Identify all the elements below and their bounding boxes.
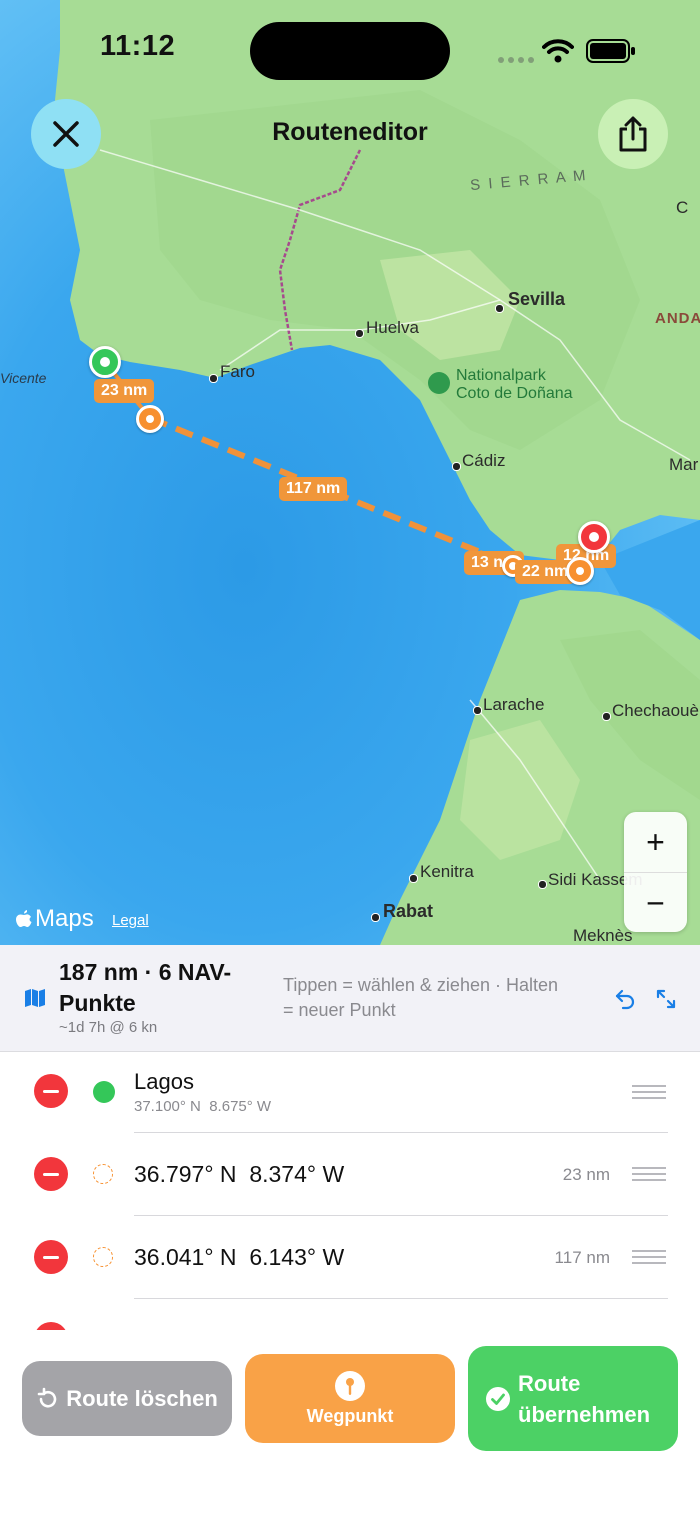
start-point-icon	[93, 1081, 115, 1103]
waypoint-name: 36.797° N 8.374° W	[134, 1161, 345, 1187]
leg-distance: 117 nm	[554, 1248, 610, 1267]
list-item[interactable]: Lagos 37.100° N 8.675° W	[0, 1051, 700, 1133]
route-summary-title-line: 187 nm · 6 NAV-	[59, 959, 232, 985]
share-button[interactable]	[598, 99, 668, 169]
undo-button[interactable]	[613, 987, 637, 1016]
share-icon	[619, 116, 647, 152]
route-summary-title: 187 nm · 6 NAV- Punkte	[59, 957, 231, 1019]
route-summary-title-line: Punkte	[59, 990, 136, 1016]
zoom-in-button[interactable]: +	[624, 812, 687, 873]
waypoint-name: 36.041° N 6.143° W	[134, 1244, 345, 1270]
battery-icon	[586, 39, 636, 68]
map-label: Huelva	[366, 318, 419, 337]
city-dot	[409, 874, 418, 883]
dynamic-island	[250, 22, 450, 80]
leg-distance: 23 nm	[562, 1165, 610, 1184]
pin-icon	[335, 1371, 365, 1401]
map-label: Cádiz	[462, 451, 506, 470]
reset-icon	[37, 1387, 57, 1407]
legal-link[interactable]: Legal	[112, 912, 149, 929]
list-item[interactable]: 36.797° N 8.374° W 23 nm	[0, 1133, 700, 1216]
route-hint-line: Tippen = wählen & ziehen · Halten	[283, 975, 559, 995]
waypoint-marker[interactable]	[136, 405, 164, 433]
park-icon	[428, 372, 450, 394]
route-hint: Tippen = wählen & ziehen · Halten = neue…	[283, 973, 558, 1023]
leg-distance-label: 23 nm	[94, 379, 155, 403]
add-waypoint-button[interactable]: Wegpunkt	[245, 1354, 455, 1443]
map-label: Larache	[483, 695, 545, 714]
divider	[134, 1298, 668, 1299]
end-waypoint-marker[interactable]	[578, 521, 610, 553]
city-dot	[371, 913, 380, 922]
checkmark-icon	[486, 1386, 510, 1411]
list-item[interactable]: 36.041° N 6.143° W 117 nm	[0, 1216, 700, 1299]
map-label: Nationalpark Coto de Doñana	[456, 367, 573, 402]
map-icon	[24, 988, 46, 1013]
zoom-out-button[interactable]: −	[624, 873, 687, 933]
zoom-control: + −	[624, 812, 687, 932]
expand-icon	[656, 989, 676, 1009]
waypoint-marker[interactable]	[566, 557, 594, 585]
apply-route-label-line: Route	[518, 1370, 581, 1396]
page-title: Routeneditor	[272, 118, 428, 146]
map-label: Rabat	[383, 901, 434, 921]
apply-route-label: Route übernehmen	[518, 1368, 650, 1430]
city-dot	[209, 374, 218, 383]
apply-route-label-line: übernehmen	[518, 1401, 651, 1427]
delete-waypoint-button[interactable]	[34, 1240, 68, 1274]
add-waypoint-label: Wegpunkt	[306, 1406, 394, 1426]
maps-brand-label: Maps	[35, 905, 94, 932]
maps-brand: Maps	[15, 905, 94, 933]
delete-waypoint-button[interactable]	[34, 1074, 68, 1108]
delete-waypoint-button[interactable]	[34, 1157, 68, 1191]
reorder-handle-icon[interactable]	[632, 1163, 666, 1185]
status-time: 11:12	[100, 30, 176, 62]
wifi-icon	[542, 38, 574, 69]
city-dot	[473, 706, 482, 715]
expand-button[interactable]	[654, 987, 678, 1016]
map-label: C	[676, 198, 689, 217]
map-label: Mar	[669, 455, 699, 474]
waypoint-coords: 37.100° N 8.675° W	[134, 1098, 272, 1115]
reorder-handle-icon[interactable]	[632, 1246, 666, 1268]
waypoint-icon	[93, 1164, 113, 1184]
apple-logo-icon	[16, 910, 32, 927]
map-label: Faro	[220, 362, 255, 381]
route-eta: ~1d 7h @ 6 kn	[59, 1019, 158, 1036]
waypoint-icon	[93, 1247, 113, 1267]
apply-route-button[interactable]: Route übernehmen	[468, 1346, 678, 1451]
map-label: Chechaouè	[612, 701, 699, 720]
city-dot	[495, 304, 504, 313]
list-item-peek	[34, 1322, 68, 1330]
cellular-signal-icon	[497, 52, 535, 70]
city-dot	[602, 712, 611, 721]
map-label: ANDA	[655, 310, 700, 327]
waypoint-name: Lagos	[134, 1069, 194, 1094]
leg-distance-label: 117 nm	[279, 477, 348, 501]
city-dot	[355, 329, 364, 338]
map-label: Vicente	[0, 370, 47, 386]
city-dot	[538, 880, 547, 889]
map-label: Kenitra	[420, 862, 474, 881]
route-summary: 187 nm · 6 NAV- Punkte ~1d 7h @ 6 kn Tip…	[0, 945, 700, 1052]
clear-route-button[interactable]: Route löschen	[22, 1361, 232, 1436]
route-hint-line: = neuer Punkt	[283, 1000, 396, 1020]
map-label: Sevilla	[508, 289, 566, 309]
undo-icon	[615, 989, 635, 1010]
reorder-handle-icon[interactable]	[632, 1081, 666, 1103]
start-waypoint-marker[interactable]	[89, 346, 121, 378]
clear-route-label: Route löschen	[66, 1385, 218, 1411]
city-dot	[452, 462, 461, 471]
map-view[interactable]: 11:12 Routeneditor S I E R R A M C Sevil…	[0, 0, 700, 945]
